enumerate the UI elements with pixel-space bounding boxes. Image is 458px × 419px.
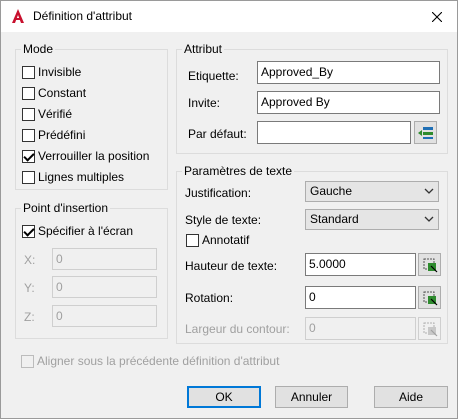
help-button[interactable]: Aide — [374, 386, 448, 408]
annotative-checkbox[interactable] — [186, 233, 199, 247]
rotation-label: Rotation: — [185, 291, 234, 305]
text-style-dropdown[interactable]: Standard — [305, 209, 439, 230]
align-below-previous-label: Aligner sous la précédente définition d'… — [37, 354, 280, 368]
lock-position-label: Verrouiller la position — [38, 149, 150, 163]
ok-button[interactable]: OK — [187, 386, 261, 408]
close-button[interactable] — [417, 1, 457, 32]
text-height-field[interactable]: 5.0000 — [305, 253, 416, 276]
invisible-label: Invisible — [38, 65, 82, 79]
justification-dropdown[interactable]: Gauche — [305, 181, 439, 202]
text-style-label: Style de texte: — [185, 213, 262, 227]
verify-label: Vérifié — [38, 107, 73, 121]
text-settings-group: Paramètres de texte Justification: Gauch… — [176, 164, 448, 344]
boundary-width-field[interactable]: 0 — [305, 317, 416, 340]
x-label: X: — [24, 253, 36, 267]
constant-option[interactable]: Constant — [22, 85, 86, 101]
default-label: Par défaut: — [188, 127, 247, 141]
multiple-lines-label: Lignes multiples — [38, 170, 125, 184]
multiple-lines-checkbox[interactable] — [22, 170, 35, 184]
pick-point-icon — [423, 291, 437, 305]
insertion-point-group-title: Point d'insertion — [21, 201, 111, 215]
default-field[interactable] — [257, 121, 411, 144]
align-below-previous-option[interactable]: Aligner sous la précédente définition d'… — [21, 353, 279, 369]
rotation-field[interactable]: 0 — [305, 286, 416, 309]
tag-label: Etiquette: — [188, 69, 239, 83]
z-label: Z: — [24, 310, 35, 324]
specify-on-screen-option[interactable]: Spécifier à l'écran — [22, 223, 133, 239]
attribute-group: Attribut Etiquette: Approved_By Invite: … — [176, 42, 448, 154]
attribute-group-title: Attribut — [182, 42, 225, 56]
justification-label: Justification: — [185, 186, 252, 200]
text-height-label: Hauteur de texte: — [185, 259, 278, 273]
x-field[interactable]: 0 — [52, 248, 157, 270]
attribute-definition-dialog: Définition d'attribut Mode Invisible Con… — [0, 0, 458, 419]
mode-group: Mode Invisible Constant Vérifié Prédéfin… — [15, 42, 168, 190]
multiple-lines-option[interactable]: Lignes multiples — [22, 169, 124, 185]
autocad-logo-icon — [12, 9, 24, 23]
lock-position-checkbox[interactable] — [22, 149, 35, 163]
cancel-button[interactable]: Annuler — [275, 386, 348, 408]
preset-option[interactable]: Prédéfini — [22, 127, 85, 143]
invisible-option[interactable]: Invisible — [22, 64, 81, 80]
annotative-option[interactable]: Annotatif — [186, 232, 249, 248]
verify-checkbox[interactable] — [22, 107, 35, 121]
constant-checkbox[interactable] — [22, 86, 35, 100]
pick-rotation-button[interactable] — [418, 286, 441, 309]
specify-on-screen-checkbox[interactable] — [22, 224, 35, 238]
constant-label: Constant — [38, 86, 87, 100]
insert-field-button[interactable] — [414, 121, 437, 144]
close-icon — [432, 11, 442, 22]
insert-field-icon — [417, 126, 433, 139]
prompt-label: Invite: — [188, 96, 221, 110]
pick-point-icon — [423, 322, 437, 336]
y-field[interactable]: 0 — [52, 276, 157, 298]
mode-group-title: Mode — [21, 42, 56, 56]
preset-label: Prédéfini — [38, 128, 86, 142]
prompt-field[interactable]: Approved By — [257, 91, 440, 114]
chevron-down-icon — [424, 216, 434, 222]
boundary-width-label: Largeur du contour: — [185, 322, 290, 336]
text-style-value: Standard — [310, 212, 359, 226]
z-field[interactable]: 0 — [52, 305, 157, 327]
insertion-point-group: Point d'insertion Spécifier à l'écran X:… — [15, 201, 168, 339]
y-label: Y: — [24, 281, 35, 295]
justification-value: Gauche — [310, 184, 353, 198]
chevron-down-icon — [424, 188, 434, 194]
pick-boundary-button[interactable] — [418, 317, 441, 340]
title-bar: Définition d'attribut — [1, 1, 457, 32]
preset-checkbox[interactable] — [22, 128, 35, 142]
pick-height-button[interactable] — [418, 253, 441, 276]
verify-option[interactable]: Vérifié — [22, 106, 72, 122]
text-settings-group-title: Paramètres de texte — [182, 164, 295, 178]
specify-on-screen-label: Spécifier à l'écran — [38, 224, 134, 238]
tag-field[interactable]: Approved_By — [257, 61, 440, 84]
invisible-checkbox[interactable] — [22, 65, 35, 79]
align-below-previous-checkbox[interactable] — [21, 354, 34, 368]
window-title: Définition d'attribut — [33, 9, 133, 23]
annotative-label: Annotatif — [202, 233, 250, 247]
pick-point-icon — [423, 258, 437, 272]
lock-position-option[interactable]: Verrouiller la position — [22, 148, 149, 164]
